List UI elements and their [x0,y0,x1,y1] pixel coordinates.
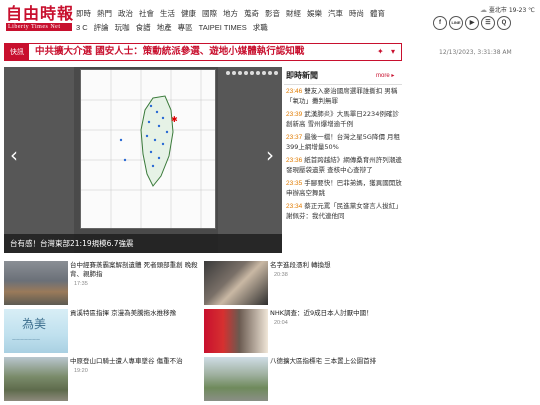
nav-item-playful[interactable]: 玩咖 [115,21,130,35]
breaking-tag: 快訊 [5,44,29,60]
nav-item-life[interactable]: 生活 [160,7,175,21]
nav-item-fashion[interactable]: 時尚 [349,7,364,21]
youtube-icon[interactable]: ▶ [465,16,479,30]
list-item[interactable]: 23:34 蔡正元罵「民進黨女發言人拔紅」謝佩芬：我代連他同 [284,200,402,223]
nav-item-health[interactable]: 健康 [181,7,196,21]
nav-item-recipes[interactable]: 食譜 [136,21,151,35]
nav-item-property[interactable]: 地產 [157,21,172,35]
article-card[interactable]: 台中經賽蒸霸案解剖遺體 死者頭部重創 晚殺背、親肺指 17:35 [4,261,202,305]
article-thumbnail[interactable] [204,261,268,305]
article-time: 20:38 [274,272,288,278]
logo-english: Liberty Times Net [6,23,72,31]
logo-chinese: 自由時報 [6,4,75,23]
article-card[interactable]: 為美 ——————— 貢溪特區指揮 京漫為美騰拖水推移豫 [4,309,202,353]
nav-item-3c[interactable]: 3 C [76,21,88,35]
main-nav: 即時 熱門 政治 社會 生活 健康 國際 地方 蒐奇 影音 財經 娛樂 汽車 時… [76,7,436,35]
carousel-prev-arrow[interactable]: ‹ [10,145,18,165]
nav-item-jobs[interactable]: 求職 [253,21,268,35]
article-title[interactable]: 中原登山口騎士遭人專車墜谷 傷重不治 [70,357,200,366]
article-title[interactable]: 名字進段憑利 轉換想 [270,261,400,270]
instant-news-title: 即時新聞 [286,71,318,80]
breaking-next-icon[interactable]: ✦ [377,45,384,59]
social-links: f LINE ▶ ☰ Q [433,16,513,30]
carousel-caption[interactable]: 台有感！台灣東部21:19規模6.7強震 [4,234,282,253]
nav-item-features[interactable]: 專區 [178,21,193,35]
breaking-news-bar[interactable]: 快訊 中共擴大介選 國安人士：策動統派參選、遊地小媒體執行認知戰 ✦ ▾ [4,43,402,61]
article-time: 17:35 [74,281,88,287]
nav-item-finance[interactable]: 財經 [286,7,301,21]
nav-row-2: 3 C 評論 玩咖 食譜 地產 專區 TAIPEI TIMES 求職 [76,21,436,35]
menu-icon[interactable]: ☰ [481,16,495,30]
list-item[interactable]: 23:36 紙首跨越結》網傳桑育州許列潮邊發現壓袋遺票 查核中心查辯了 [284,154,402,177]
article-card[interactable]: 名字進段憑利 轉換想 20:38 [204,261,402,305]
instant-news-list: 23:46 雙友入麥治國席選罪誰撕扣 男稱「氧功」攤判無罪 23:39 武漢肺炎》大… [284,85,402,223]
article-thumbnail[interactable]: 為美 ——————— [4,309,68,353]
cloud-icon: ☁ [480,6,487,14]
current-timestamp: 12/13/2023, 3:31:38 AM [439,49,512,56]
nav-item-popular[interactable]: 熱門 [97,7,112,21]
site-logo[interactable]: 自由時報 Liberty Times Net [6,5,74,33]
breaking-dropdown-icon[interactable]: ▾ [391,45,395,59]
search-icon[interactable]: Q [497,16,511,30]
nav-item-opinion[interactable]: 評論 [94,21,109,35]
article-thumbnail[interactable] [204,309,268,353]
weather-widget[interactable]: ☁ 臺北市 19-23 ℃ [480,5,535,14]
instant-more-link[interactable]: more ▸ [376,72,394,79]
list-item[interactable]: 23:35 手腳要快！巴菲弟媽，獲異國開放申辦高空舞跳 [284,177,402,200]
article-thumbnail[interactable] [4,357,68,401]
article-time: 20:04 [274,320,288,326]
article-title[interactable]: 貢溪特區指揮 京漫為美騰拖水推移豫 [70,309,200,318]
list-item[interactable]: 23:46 雙友入麥治國席選罪誰撕扣 男稱「氧功」攤判無罪 [284,85,402,108]
nav-item-society[interactable]: 社會 [139,7,154,21]
weather-text: 臺北市 19-23 ℃ [488,7,535,14]
svg-text:✱: ✱ [171,115,178,124]
nav-item-auto[interactable]: 汽車 [328,7,343,21]
headline-carousel[interactable]: ✱ ‹ › 台有感！台灣東部21:19規模6.7強震 [4,67,282,253]
instant-news-panel: 即時新聞 more ▸ 23:46 雙友入麥治國席選罪誰撕扣 男稱「氧功」攤判無罪… [284,67,402,257]
article-card[interactable]: 中原登山口騎士遭人專車墜谷 傷重不治 19:20 [4,357,202,401]
list-item[interactable]: 23:37 最後一檔！台灣之星5G降價 月租399上網增量50% [284,131,402,154]
nav-item-local[interactable]: 地方 [223,7,238,21]
site-header: 自由時報 Liberty Times Net 即時 熱門 政治 社會 生活 健康… [0,0,540,38]
article-card[interactable]: NHK調查：近9成日本人討厭中國！ 20:04 [204,309,402,353]
nav-item-curiosities[interactable]: 蒐奇 [244,7,259,21]
article-thumbnail[interactable] [204,357,268,401]
article-title[interactable]: 八德擴大區指標宅 三本置上公園首排 [270,357,400,366]
nav-row-1: 即時 熱門 政治 社會 生活 健康 國際 地方 蒐奇 影音 財經 娛樂 汽車 時… [76,7,436,21]
breaking-headline[interactable]: 中共擴大介選 國安人士：策動統派參選、遊地小媒體執行認知戰 [35,45,304,59]
nav-item-sports[interactable]: 體育 [370,7,385,21]
article-time: 19:20 [74,368,88,374]
facebook-icon[interactable]: f [433,16,447,30]
nav-item-taipei-times[interactable]: TAIPEI TIMES [199,21,247,35]
carousel-next-arrow[interactable]: › [266,145,274,165]
list-item[interactable]: 23:39 武漢肺炎》大馬單日2234例確診創新高 雪州爆增逾千例 [284,108,402,131]
earthquake-map-image: ✱ [80,69,216,229]
nav-item-video[interactable]: 影音 [265,7,280,21]
nav-item-politics[interactable]: 政治 [118,7,133,21]
nav-item-world[interactable]: 國際 [202,7,217,21]
line-icon[interactable]: LINE [449,16,463,30]
nav-item-instant[interactable]: 即時 [76,7,91,21]
article-thumbnail[interactable] [4,261,68,305]
instant-news-header: 即時新聞 more ▸ [284,67,402,85]
carousel-dots[interactable] [226,71,280,75]
article-card[interactable]: 八德擴大區指標宅 三本置上公園首排 [204,357,402,401]
article-title[interactable]: 台中經賽蒸霸案解剖遺體 死者頭部重創 晚殺背、親肺指 [70,261,200,279]
nav-item-entertainment[interactable]: 娛樂 [307,7,322,21]
article-title[interactable]: NHK調查：近9成日本人討厭中國！ [270,309,400,318]
